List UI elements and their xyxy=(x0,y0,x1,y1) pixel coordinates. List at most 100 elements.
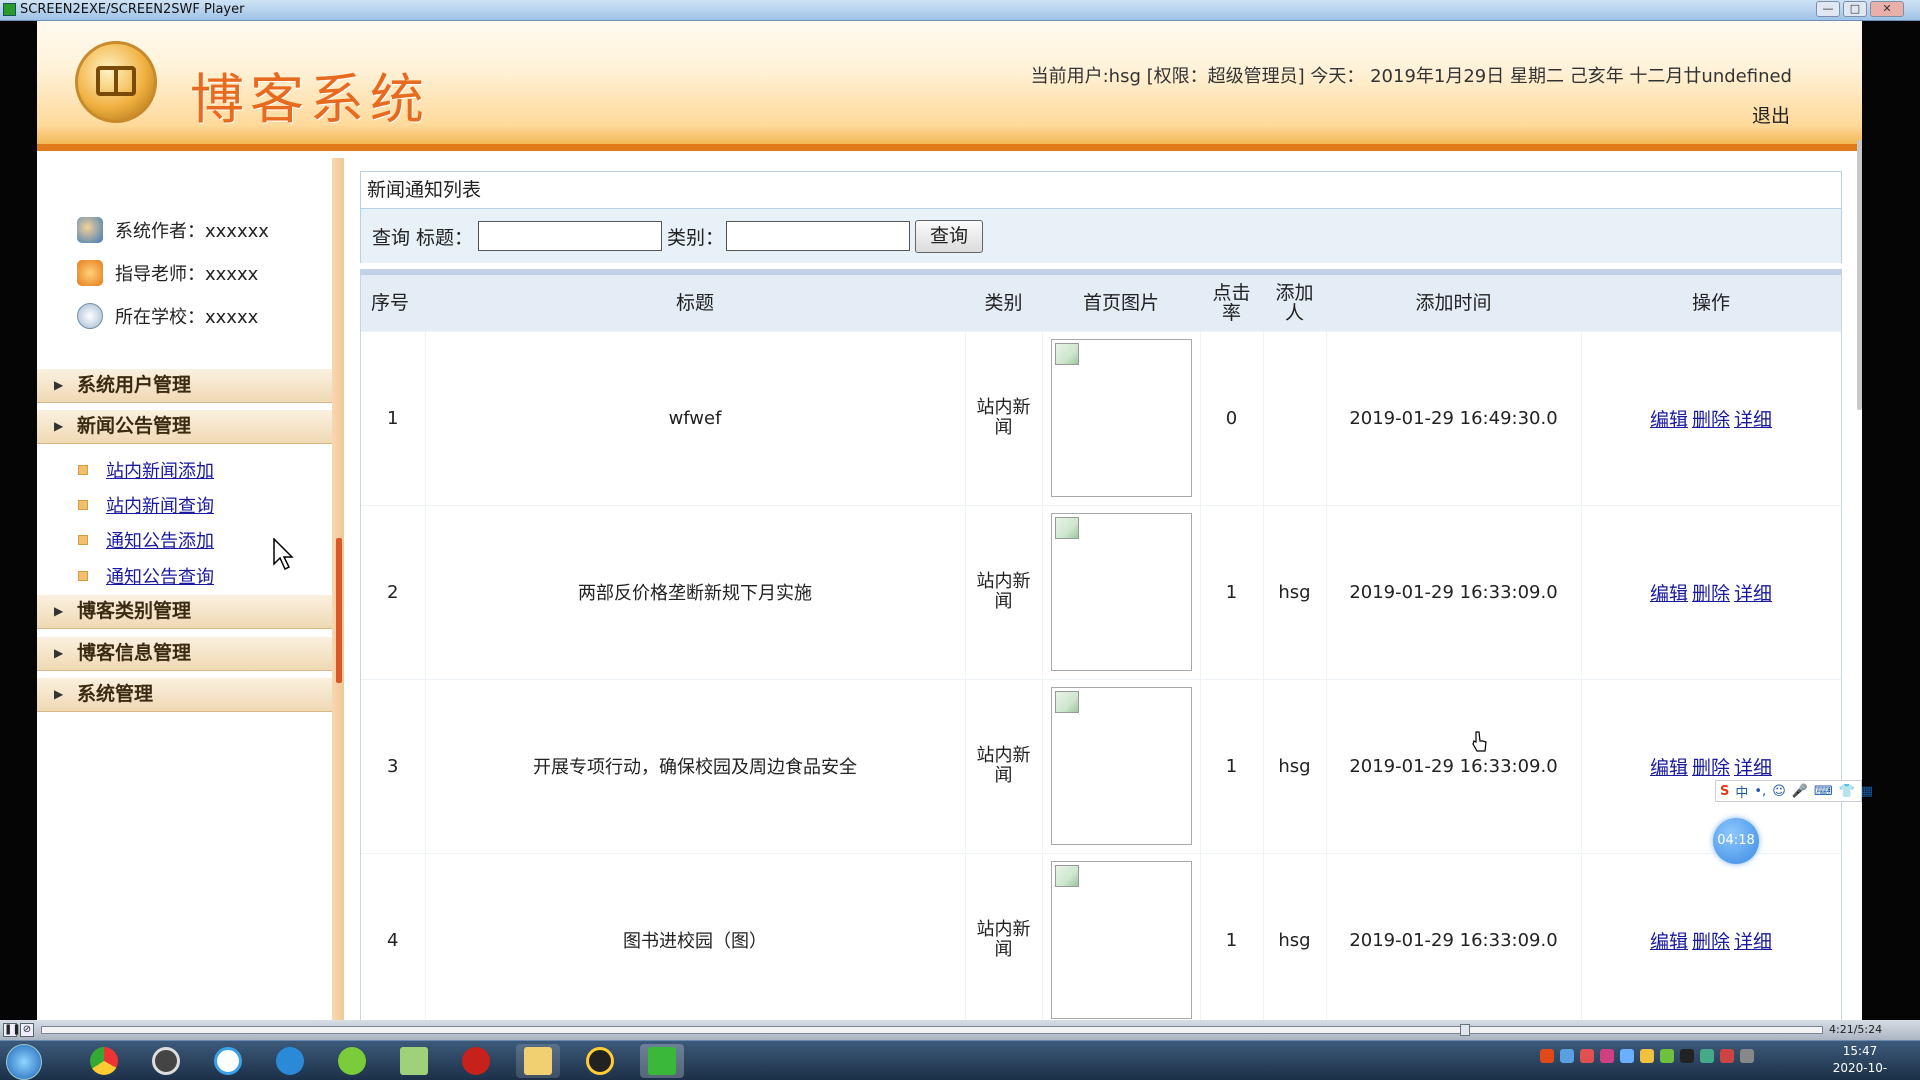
menu-news-notice[interactable]: ▶ 新闻公告管理 xyxy=(37,409,332,444)
update-icon[interactable] xyxy=(1580,1049,1594,1063)
edit-link[interactable]: 编辑 xyxy=(1650,409,1688,431)
table-row: 3 开展专项行动，确保校园及周边食品安全 站内新闻 1 hsg 2019-01-… xyxy=(361,678,1841,853)
users-icon xyxy=(77,217,103,243)
grid-icon[interactable]: ▦ xyxy=(1861,784,1873,799)
delete-link[interactable]: 删除 xyxy=(1692,757,1730,779)
shield-icon[interactable] xyxy=(1620,1049,1634,1063)
settings-icon[interactable]: ⊘ xyxy=(20,1023,34,1037)
logout-link[interactable]: 退出 xyxy=(1752,101,1790,128)
emoji-icon[interactable]: ☺ xyxy=(1772,784,1786,799)
sidebar-splitter[interactable] xyxy=(332,158,344,1020)
thumbnail-image[interactable] xyxy=(1050,513,1192,671)
start-button[interactable] xyxy=(6,1044,42,1080)
chevron-right-icon: ▶ xyxy=(54,419,64,433)
volume-icon[interactable] xyxy=(1640,1049,1654,1063)
cell-category: 站内新闻 xyxy=(965,330,1043,505)
header: 博客系统 当前用户:hsg [权限：超级管理员] 今天： 2019年1月29日 … xyxy=(37,21,1862,151)
seek-track[interactable] xyxy=(41,1026,1823,1034)
submenu-news-query[interactable]: 站内新闻查询 xyxy=(78,492,214,518)
search-category-input[interactable] xyxy=(726,221,910,251)
chrome-icon[interactable] xyxy=(82,1044,126,1078)
menu-blog-category[interactable]: ▶ 博客类别管理 xyxy=(37,594,332,629)
action-center-icon[interactable] xyxy=(1740,1049,1754,1063)
microphone-icon[interactable]: 🎤 xyxy=(1792,784,1808,799)
panel-title: 新闻通知列表 xyxy=(360,171,1842,209)
detail-link[interactable]: 详细 xyxy=(1734,931,1772,953)
cell-category: 站内新闻 xyxy=(965,678,1043,853)
school-icon xyxy=(77,303,103,329)
baidu-netdisk-icon[interactable] xyxy=(206,1044,250,1078)
cell-image xyxy=(1042,504,1201,679)
news-table: 序号 标题 类别 首页图片 点击率 添加人 添加时间 操作 1 wfwef 站内 xyxy=(361,275,1841,1020)
cell-time: 2019-01-29 16:33:09.0 xyxy=(1326,678,1582,853)
window-title: SCREEN2EXE/SCREEN2SWF Player xyxy=(20,2,245,17)
delete-link[interactable]: 删除 xyxy=(1692,931,1730,953)
edit-link[interactable]: 编辑 xyxy=(1650,757,1688,779)
file-explorer-icon[interactable] xyxy=(516,1044,560,1078)
cell-adder: hsg xyxy=(1263,678,1327,853)
ime-toolbar[interactable]: S 中 •, ☺ 🎤 ⌨ 👕 ▦ xyxy=(1715,780,1873,802)
recording-timer[interactable]: 04:18 xyxy=(1713,818,1759,864)
menu-blog-info[interactable]: ▶ 博客信息管理 xyxy=(37,636,332,671)
sogou-tray-icon[interactable] xyxy=(1540,1049,1554,1063)
cell-category: 站内新闻 xyxy=(965,504,1043,679)
cell-no: 4 xyxy=(361,852,426,1020)
qq-tray-icon[interactable] xyxy=(1680,1049,1694,1063)
search-title-input[interactable] xyxy=(478,221,662,251)
cell-title: 两部反价格垄断新规下月实施 xyxy=(425,504,966,679)
delete-link[interactable]: 删除 xyxy=(1692,409,1730,431)
edit-link[interactable]: 编辑 xyxy=(1650,931,1688,953)
table-row: 4 图书进校园（图） 站内新闻 1 hsg 2019-01-29 16:33:0… xyxy=(361,852,1841,1020)
menu-label: 系统用户管理 xyxy=(77,374,192,396)
taskbar-clock[interactable]: 15:47 2020-10-17 xyxy=(1830,1043,1890,1080)
minimize-button[interactable]: — xyxy=(1816,1,1840,17)
speaker-icon[interactable] xyxy=(1720,1049,1734,1063)
detail-link[interactable]: 详细 xyxy=(1734,757,1772,779)
skin-icon[interactable]: 👕 xyxy=(1839,784,1855,799)
thumbnail-image[interactable] xyxy=(1050,687,1192,845)
submenu-notice-query[interactable]: 通知公告查询 xyxy=(78,563,214,589)
menu-system-user[interactable]: ▶ 系统用户管理 xyxy=(37,368,332,403)
qq-icon[interactable] xyxy=(578,1044,622,1078)
thumbnail-image[interactable] xyxy=(1050,861,1192,1020)
maximize-button[interactable]: □ xyxy=(1843,1,1867,17)
app-canvas: 博客系统 当前用户:hsg [权限：超级管理员] 今天： 2019年1月29日 … xyxy=(37,21,1862,1020)
network-icon[interactable] xyxy=(1560,1049,1574,1063)
security-icon[interactable] xyxy=(1600,1049,1614,1063)
seek-knob[interactable] xyxy=(1460,1024,1470,1036)
search-button[interactable]: 查询 xyxy=(915,220,983,253)
menu-system[interactable]: ▶ 系统管理 xyxy=(37,677,332,712)
wechat-icon[interactable] xyxy=(1660,1049,1674,1063)
browser-icon[interactable] xyxy=(268,1044,312,1078)
detail-link[interactable]: 详细 xyxy=(1734,409,1772,431)
screen2swf-icon[interactable] xyxy=(640,1044,684,1078)
flash-icon[interactable] xyxy=(454,1044,498,1078)
punctuation-icon[interactable]: •, xyxy=(1754,784,1766,799)
letterbox-left xyxy=(0,21,37,1021)
submenu-notice-add[interactable]: 通知公告添加 xyxy=(78,527,214,553)
cell-clicks: 1 xyxy=(1200,504,1264,679)
ide-icon[interactable] xyxy=(144,1044,188,1078)
notepad-icon[interactable] xyxy=(392,1044,436,1078)
info-teacher: 指导老师：xxxxx xyxy=(77,259,258,287)
thumbnail-image[interactable] xyxy=(1050,339,1192,497)
close-button[interactable]: ✕ xyxy=(1870,1,1904,17)
detail-link[interactable]: 详细 xyxy=(1734,583,1772,605)
pause-button[interactable]: ❚❚ xyxy=(3,1023,21,1037)
chevron-right-icon: ▶ xyxy=(54,604,64,618)
splitter-handle[interactable] xyxy=(336,538,342,683)
player-time: 4:21/5:24 xyxy=(1829,1023,1883,1036)
submenu-news-add[interactable]: 站内新闻添加 xyxy=(78,457,214,483)
ime-mode[interactable]: 中 xyxy=(1735,782,1748,801)
edit-link[interactable]: 编辑 xyxy=(1650,583,1688,605)
delete-link[interactable]: 删除 xyxy=(1692,583,1730,605)
battery-icon[interactable] xyxy=(1700,1049,1714,1063)
cell-image xyxy=(1042,678,1201,853)
page-scrollbar[interactable] xyxy=(1857,140,1862,410)
col-adder: 添加人 xyxy=(1263,275,1326,331)
user-info: 当前用户:hsg [权限：超级管理员] 今天： 2019年1月29日 星期二 己… xyxy=(1030,66,1792,87)
broken-image-icon xyxy=(1054,691,1079,713)
keyboard-icon[interactable]: ⌨ xyxy=(1814,784,1833,799)
leaf-app-icon[interactable] xyxy=(330,1044,374,1078)
cell-no: 1 xyxy=(361,330,426,505)
